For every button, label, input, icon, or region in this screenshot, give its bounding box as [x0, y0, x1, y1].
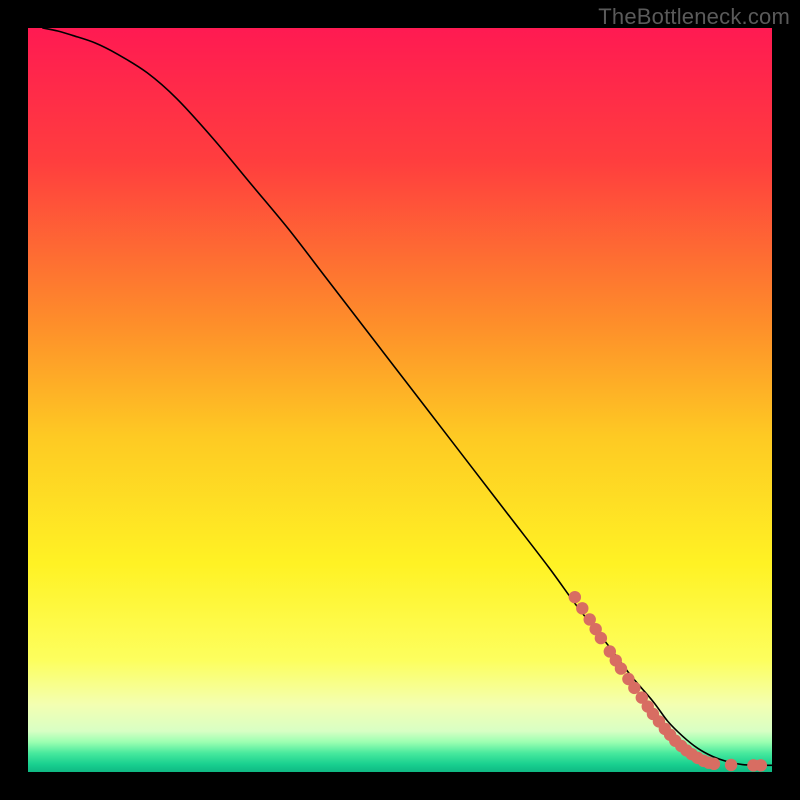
chart-frame: TheBottleneck.com [0, 0, 800, 800]
chart-background [28, 28, 772, 772]
highlight-marker [725, 759, 737, 771]
highlight-marker [708, 758, 720, 770]
plot-area [28, 28, 772, 772]
watermark-text: TheBottleneck.com [598, 4, 790, 30]
chart-svg [28, 28, 772, 772]
highlight-marker [576, 602, 588, 614]
highlight-marker [595, 632, 607, 644]
highlight-marker [569, 591, 581, 603]
highlight-marker [615, 662, 627, 674]
highlight-marker [755, 759, 767, 771]
